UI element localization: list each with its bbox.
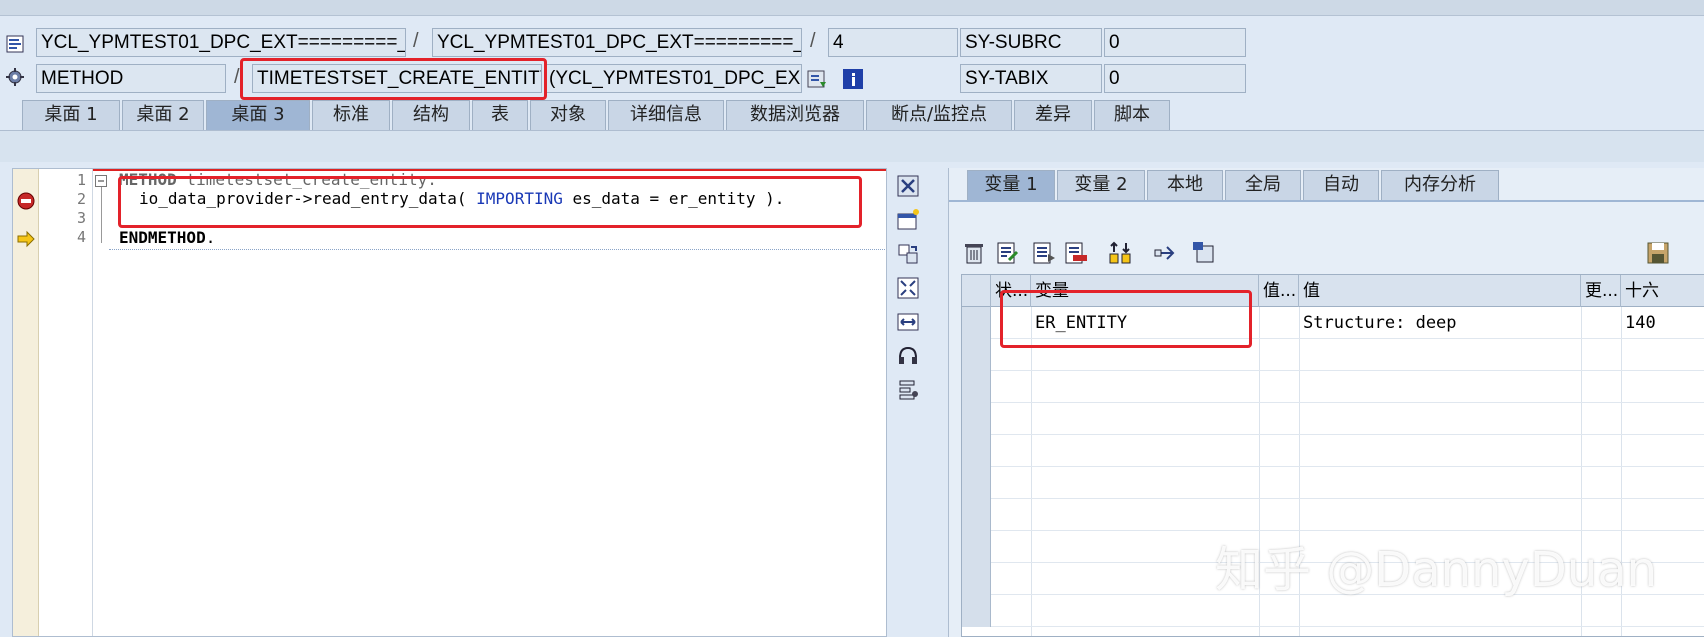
tab-script[interactable]: 脚本: [1094, 100, 1170, 130]
code-text: .: [205, 228, 216, 247]
table-row[interactable]: [962, 435, 1704, 467]
line-numbers: 1 2 3 4: [39, 169, 93, 636]
editor-gutter: [13, 169, 39, 636]
current-line-arrow-icon: [17, 230, 35, 248]
gear-icon[interactable]: [4, 66, 26, 88]
tab-memory-analysis[interactable]: 内存分析: [1381, 170, 1499, 200]
fold-line: [101, 187, 102, 243]
desktop-tab-bar: 桌面 1 桌面 2 桌面 3 标准 结构 表 对象 详细信息 数据浏览器 断点/…: [0, 100, 1704, 130]
tab-structure[interactable]: 结构: [392, 100, 470, 130]
tab-desktop-1[interactable]: 桌面 1: [22, 100, 120, 130]
row-selector-header[interactable]: [962, 275, 991, 307]
cell-hex[interactable]: 140: [1621, 307, 1704, 339]
window-icon[interactable]: [1191, 240, 1217, 266]
sy-subrc-value[interactable]: 0: [1104, 28, 1246, 57]
list-icon[interactable]: [1031, 240, 1057, 266]
tree-icon[interactable]: [1153, 240, 1179, 266]
row-selector[interactable]: [962, 307, 991, 339]
code-area[interactable]: METHOD timetestset_create_entity. io_dat…: [109, 169, 886, 636]
tab-table[interactable]: 表: [472, 100, 528, 130]
info-icon[interactable]: [842, 68, 864, 90]
navigate-icon[interactable]: [806, 68, 828, 90]
source-icon[interactable]: [4, 33, 26, 55]
code-line-4: ENDMETHOD.: [119, 228, 215, 247]
tab-underline: [949, 200, 1704, 202]
tab-variables-1[interactable]: 变量 1: [967, 170, 1055, 200]
maximize-icon[interactable]: [896, 276, 920, 300]
tab-desktop-3[interactable]: 桌面 3: [206, 100, 310, 130]
line-number-field[interactable]: 4: [828, 28, 958, 57]
line-number: 1: [76, 171, 86, 189]
tab-diff[interactable]: 差异: [1014, 100, 1092, 130]
row-selector[interactable]: [962, 403, 991, 435]
line-number: 4: [76, 228, 86, 246]
cell-value[interactable]: Structure: deep: [1299, 307, 1581, 339]
line-number: 3: [76, 209, 86, 227]
sy-tabix-label: SY-TABIX: [960, 64, 1102, 93]
swap-icon[interactable]: [896, 242, 920, 266]
sy-tabix-value[interactable]: 0: [1104, 64, 1246, 93]
close-icon[interactable]: [896, 174, 920, 198]
tab-variables-2[interactable]: 变量 2: [1057, 170, 1145, 200]
highlight-code-line: [118, 176, 862, 228]
edit-list-icon[interactable]: [995, 240, 1021, 266]
event-type-field[interactable]: METHOD: [36, 64, 226, 93]
row-selector[interactable]: [962, 371, 991, 403]
tab-global[interactable]: 全局: [1225, 170, 1301, 200]
new-window-icon[interactable]: [896, 208, 920, 232]
row-selector[interactable]: [962, 563, 991, 595]
row-selector[interactable]: [962, 339, 991, 371]
tab-standard[interactable]: 标准: [312, 100, 390, 130]
table-row[interactable]: [962, 499, 1704, 531]
separator: /: [413, 30, 419, 52]
headset-icon[interactable]: [896, 344, 920, 368]
separator: /: [810, 30, 816, 52]
sort-icon[interactable]: [1107, 240, 1133, 266]
code-keyword: ENDMETHOD: [119, 228, 206, 247]
tab-auto[interactable]: 自动: [1303, 170, 1379, 200]
settings-icon[interactable]: [896, 378, 920, 402]
resize-width-icon[interactable]: [896, 310, 920, 334]
highlight-event-name: [240, 58, 547, 100]
toolbar-band: [0, 130, 1704, 162]
tab-object[interactable]: 对象: [530, 100, 606, 130]
row-selector[interactable]: [962, 467, 991, 499]
save-icon[interactable]: [1645, 240, 1671, 266]
editor-toolbar: [888, 168, 938, 637]
sy-subrc-label: SY-SUBRC: [960, 28, 1102, 57]
breakpoint-icon[interactable]: [16, 191, 36, 211]
table-row[interactable]: [962, 467, 1704, 499]
table-row[interactable]: [962, 403, 1704, 435]
event-class-field[interactable]: (YCL_YPMTEST01_DPC_EX…: [544, 64, 802, 93]
row-selector[interactable]: [962, 595, 991, 627]
col-hex[interactable]: 十六: [1621, 275, 1704, 307]
tab-breakpoints[interactable]: 断点/监控点: [866, 100, 1012, 130]
include-field[interactable]: YCL_YPMTEST01_DPC_EXT=========_: [432, 28, 802, 57]
col-change[interactable]: 更...: [1581, 275, 1621, 307]
source-editor[interactable]: 1 2 3 4 METHOD timetestset_create_entity…: [12, 168, 887, 637]
col-value[interactable]: 值: [1299, 275, 1581, 307]
current-line-marker: [109, 249, 886, 250]
delete-icon[interactable]: [961, 240, 987, 266]
watermark: 知乎 @DannyDuan: [1215, 542, 1658, 598]
title-strip: [0, 0, 1704, 16]
remove-list-icon[interactable]: [1063, 240, 1089, 266]
tab-desktop-2[interactable]: 桌面 2: [122, 100, 204, 130]
col-value-short[interactable]: 值...: [1259, 275, 1299, 307]
tab-details[interactable]: 详细信息: [608, 100, 724, 130]
separator: /: [234, 66, 240, 88]
collapse-icon[interactable]: [95, 175, 107, 187]
row-selector[interactable]: [962, 435, 991, 467]
row-selector[interactable]: [962, 499, 991, 531]
highlight-variable: [1000, 290, 1252, 348]
tab-local[interactable]: 本地: [1147, 170, 1223, 200]
table-row[interactable]: [962, 371, 1704, 403]
program-field[interactable]: YCL_YPMTEST01_DPC_EXT=========_: [36, 28, 406, 57]
row-selector[interactable]: [962, 531, 991, 563]
line-number: 2: [76, 190, 86, 208]
tab-data-browser[interactable]: 数据浏览器: [726, 100, 864, 130]
